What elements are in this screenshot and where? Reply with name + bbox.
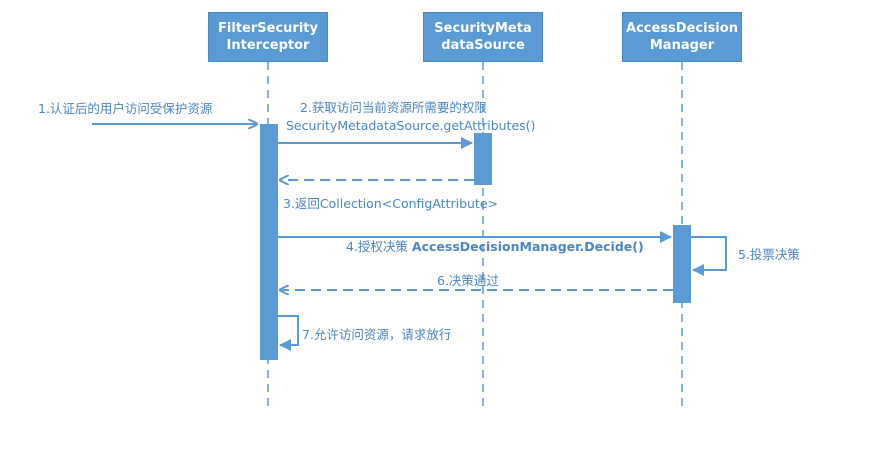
- message-5-arrow: [691, 236, 727, 276]
- activation-filter-security-interceptor: [260, 124, 278, 360]
- message-3-label: 3.返回Collection<ConfigAttribute>: [283, 196, 499, 211]
- participant-name-line1: FilterSecurity: [218, 21, 318, 36]
- message-7-arrow: [278, 315, 299, 351]
- participant-filter-security-interceptor: FilterSecurity Interceptor: [208, 12, 328, 62]
- activation-security-metadata-source: [474, 133, 492, 185]
- message-2-label-line2: SecurityMetadataSource.getAttributes(): [286, 118, 536, 133]
- sequence-diagram: FilterSecurity Interceptor SecurityMeta …: [0, 0, 877, 465]
- diagram-canvas: [92, 62, 727, 410]
- message-4-label-method: AccessDecisionManager.Decide(): [411, 239, 644, 254]
- participant-name-line1: SecurityMeta: [434, 21, 532, 36]
- message-1-label: 1.认证后的用户访问受保护资源: [38, 101, 213, 116]
- participant-security-metadata-source: SecurityMeta dataSource: [423, 12, 543, 62]
- activation-access-decision-manager: [673, 225, 691, 303]
- participant-name-line2: dataSource: [441, 38, 525, 53]
- participant-access-decision-manager: AccessDecision Manager: [622, 12, 742, 62]
- message-5-label: 5.投票决策: [738, 247, 800, 262]
- message-2-label-line1: 2.获取访问当前资源所需要的权限: [300, 100, 487, 115]
- participant-name-line2: Manager: [649, 38, 715, 53]
- message-6-label: 6.决策通过: [437, 273, 499, 288]
- participant-name-line1: AccessDecision: [626, 21, 738, 36]
- message-4-label: 4.授权决策 AccessDecisionManager.Decide(): [346, 239, 644, 254]
- participant-name-line2: Interceptor: [226, 38, 310, 53]
- message-7-label: 7.允许访问资源，请求放行: [302, 327, 452, 342]
- message-4-label-prefix: 4.授权决策: [346, 239, 412, 254]
